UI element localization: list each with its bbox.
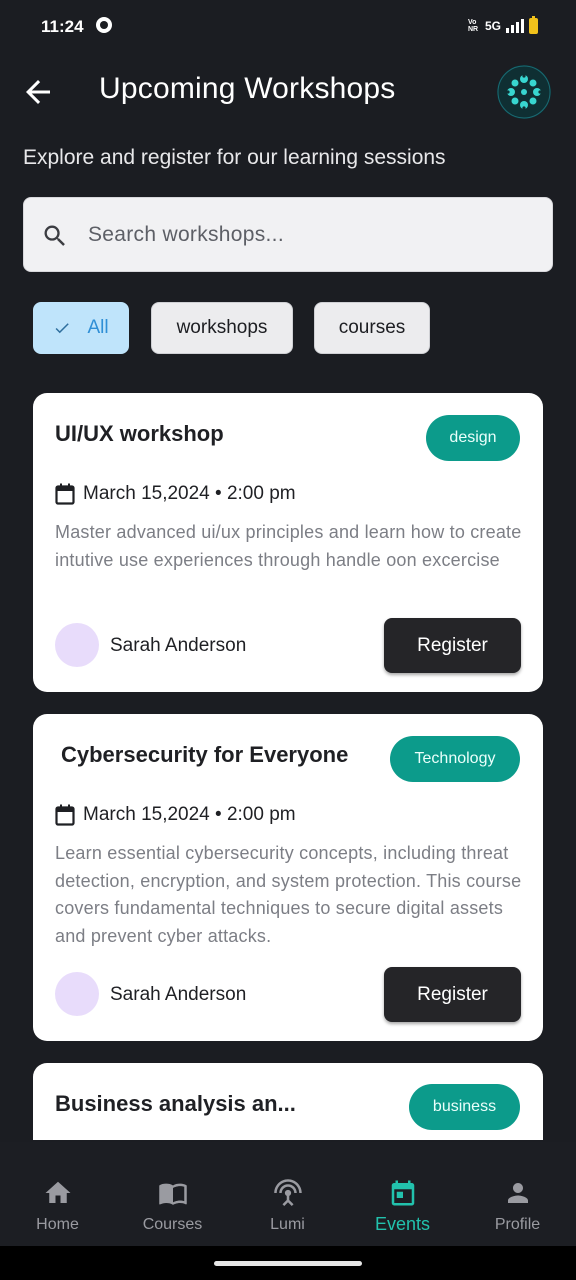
filter-chip-label: courses bbox=[338, 317, 406, 338]
signal-icon bbox=[506, 19, 524, 33]
nav-label: Profile bbox=[494, 1216, 541, 1233]
check-icon bbox=[55, 323, 70, 334]
host-avatar bbox=[55, 972, 99, 1016]
nav-label: Lumi bbox=[270, 1216, 305, 1233]
status-time: 11:24 bbox=[41, 17, 84, 36]
workshop-title: Cybersecurity for Everyone bbox=[61, 742, 349, 767]
calendar-icon bbox=[391, 1180, 414, 1206]
workshop-description: Master advanced ui/ux principles and lea… bbox=[55, 522, 522, 570]
workshop-date-row: March 15,2024 • 2:00 pm bbox=[55, 483, 296, 505]
battery-icon bbox=[529, 16, 538, 34]
workshop-date-row: March 15,2024 • 2:00 pm bbox=[55, 804, 296, 826]
nav-label: Courses bbox=[142, 1216, 203, 1233]
nav-label: Events bbox=[374, 1214, 431, 1234]
filter-chip-all[interactable]: All bbox=[33, 302, 129, 354]
search-input[interactable] bbox=[88, 198, 528, 271]
home-icon bbox=[45, 1181, 70, 1203]
workshop-date: March 15,2024 • 2:00 pm bbox=[83, 483, 296, 504]
workshop-date: March 15,2024 • 2:00 pm bbox=[83, 804, 296, 825]
nav-item-courses[interactable]: Courses bbox=[115, 1142, 230, 1246]
calendar-icon bbox=[55, 804, 75, 826]
nav-item-events[interactable]: Events bbox=[345, 1142, 460, 1246]
logo-icon bbox=[497, 65, 551, 119]
arrow-left-icon bbox=[26, 80, 50, 104]
workshop-title: UI/UX workshop bbox=[55, 421, 224, 446]
app-header: Upcoming Workshops bbox=[0, 52, 576, 132]
register-button[interactable]: Register bbox=[384, 967, 521, 1022]
page-subtitle: Explore and register for our learning se… bbox=[23, 146, 446, 169]
host-avatar bbox=[55, 623, 99, 667]
notification-icon bbox=[96, 17, 112, 33]
page-title: Upcoming Workshops bbox=[99, 72, 396, 105]
back-button[interactable] bbox=[20, 74, 56, 110]
workshop-card[interactable]: Business analysis an... business bbox=[33, 1063, 543, 1140]
system-navigation bbox=[0, 1246, 576, 1280]
host-name: Sarah Anderson bbox=[110, 635, 247, 656]
register-button[interactable]: Register bbox=[384, 618, 521, 673]
book-icon bbox=[158, 1183, 187, 1205]
calendar-icon bbox=[55, 483, 75, 505]
search-icon bbox=[44, 225, 65, 246]
workshop-title: Business analysis an... bbox=[55, 1091, 296, 1116]
filter-chip-label: All bbox=[87, 317, 109, 338]
filter-chip-courses[interactable]: courses bbox=[314, 302, 430, 354]
workshop-card[interactable]: Cybersecurity for Everyone Technology Ma… bbox=[33, 714, 543, 1041]
app-logo[interactable] bbox=[497, 65, 551, 119]
search-box[interactable] bbox=[23, 197, 553, 272]
category-tag: business bbox=[409, 1084, 520, 1130]
nav-label: Home bbox=[36, 1216, 79, 1233]
network-type: 5G bbox=[484, 19, 501, 33]
workshop-description: Learn essential cybersecurity concepts, … bbox=[55, 843, 522, 946]
category-tag: design bbox=[426, 415, 520, 461]
nav-item-lumi[interactable]: Lumi bbox=[230, 1142, 345, 1246]
category-tag: Technology bbox=[390, 736, 520, 782]
nav-item-home[interactable]: Home bbox=[0, 1142, 115, 1246]
status-bar: 11:24 Vo NR 5G bbox=[0, 0, 576, 52]
person-icon bbox=[507, 1183, 528, 1203]
filter-chip-workshops[interactable]: workshops bbox=[151, 302, 293, 354]
filter-chip-label: workshops bbox=[176, 317, 268, 338]
broadcast-icon bbox=[273, 1179, 302, 1207]
status-indicators: Vo NR 5G bbox=[467, 16, 538, 35]
nav-item-profile[interactable]: Profile bbox=[460, 1142, 575, 1246]
host-name: Sarah Anderson bbox=[110, 984, 247, 1005]
home-gesture-bar[interactable] bbox=[214, 1261, 362, 1266]
workshop-card[interactable]: UI/UX workshop design March 15,2024 • 2:… bbox=[33, 393, 543, 692]
bottom-navigation: Home Courses Lumi Events Profile bbox=[0, 1142, 576, 1246]
volte-indicator: Vo NR bbox=[467, 19, 479, 33]
